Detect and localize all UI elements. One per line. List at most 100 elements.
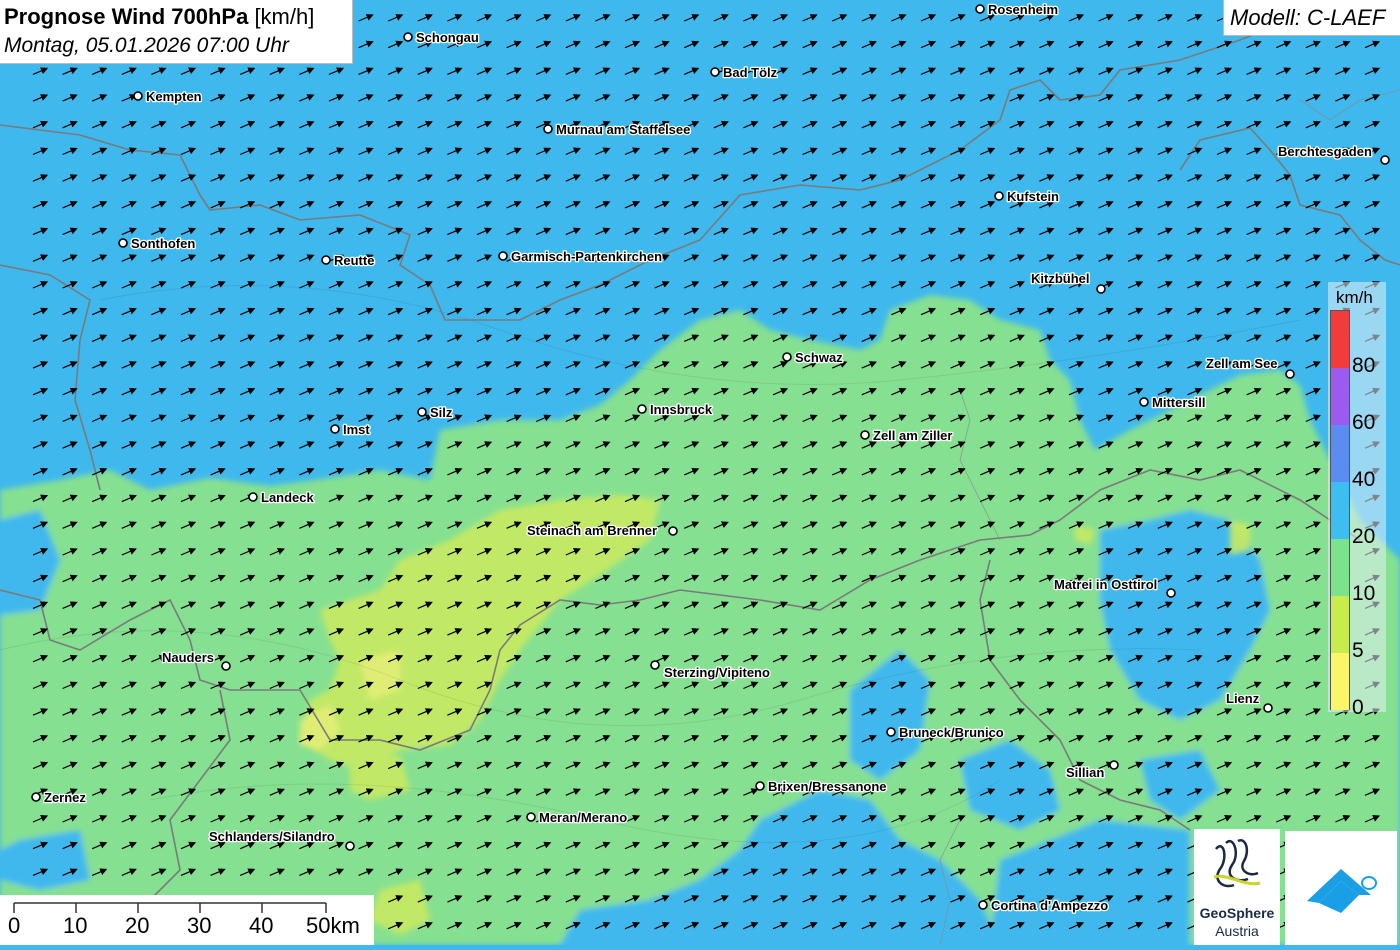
model-label: Modell: C-LAEF (1230, 5, 1386, 30)
city-murnau-am-staffelsee[interactable]: Murnau am Staffelsee (543, 121, 692, 138)
city-garmisch-partenkirchen[interactable]: Garmisch-Partenkirchen (498, 248, 663, 265)
city-dot (248, 492, 258, 502)
model-box: Modell: C-LAEF (1223, 0, 1400, 36)
city-label: Schlanders/Silandro (209, 829, 335, 844)
scale-label-0: 0 (8, 913, 21, 938)
city-label: Bruneck/Brunico (899, 725, 1004, 740)
city-dot (860, 430, 870, 440)
city-dot (543, 124, 553, 134)
city-label: Zell am See (1206, 356, 1278, 371)
city-label: Bad Tölz (723, 65, 778, 80)
city-dot (782, 352, 792, 362)
city-dot (994, 191, 1004, 201)
legend-tick-10: 10 (1352, 582, 1376, 605)
city-dot (668, 526, 678, 536)
city-innsbruck[interactable]: Innsbruck (637, 401, 714, 418)
city-label: Landeck (261, 490, 315, 505)
city-dot (417, 407, 427, 417)
city-label: Mittersill (1152, 395, 1205, 410)
city-dot (1139, 397, 1149, 407)
cloud-arrow-icon (1307, 869, 1377, 913)
city-dot (1109, 760, 1119, 770)
city-label: Kempten (146, 89, 202, 104)
city-dot (710, 67, 720, 77)
city-dot (1096, 284, 1106, 294)
title-unit: [km/h] (254, 4, 315, 29)
legend-tick-60: 60 (1352, 411, 1376, 434)
scale-label-10: 10 (63, 913, 88, 938)
city-label: Brixen/Bressanone (768, 779, 887, 794)
city-rosenheim[interactable]: Rosenheim (975, 1, 1059, 18)
title-main: Prognose Wind 700hPa (4, 4, 249, 29)
city-dot (221, 661, 231, 671)
geosphere-sub: Austria (1215, 923, 1259, 939)
map-title: Prognose Wind 700hPa [km/h] (4, 4, 314, 30)
geosphere-logo[interactable]: GeoSphere Austria (1194, 829, 1280, 945)
city-dot (978, 900, 988, 910)
city-label: Lienz (1226, 691, 1260, 706)
city-label: Zernez (44, 790, 86, 805)
color-legend: km/h 80 60 40 20 10 5 0 (1328, 282, 1386, 719)
city-dot (403, 32, 413, 42)
city-label: Sterzing/Vipiteno (664, 665, 770, 680)
legend-seg-5 (1331, 653, 1349, 710)
city-label: Kufstein (1007, 189, 1059, 204)
legend-unit: km/h (1336, 288, 1373, 307)
scale-label-30: 30 (187, 913, 212, 938)
city-label: Sillian (1066, 765, 1104, 780)
city-label: Kitzbühel (1031, 271, 1090, 286)
city-zell-am-ziller[interactable]: Zell am Ziller (860, 427, 954, 444)
city-dot (133, 91, 143, 101)
forecast-date: Montag, 05.01.2026 07:00 Uhr (4, 34, 289, 57)
city-label: Matrei in Osttirol (1054, 577, 1157, 592)
wind-map: Rosenheim Schongau Bad Tölz Kempten Murnau a… (0, 0, 1400, 945)
city-dot (1380, 155, 1390, 165)
city-label: Garmisch-Partenkirchen (511, 249, 662, 264)
city-label: Murnau am Staffelsee (556, 122, 690, 137)
city-dot (31, 792, 41, 802)
city-bruneck-brunico[interactable]: Bruneck/Brunico (886, 724, 1005, 741)
city-dot (650, 660, 660, 670)
city-label: Sonthofen (131, 236, 195, 251)
city-schongau[interactable]: Schongau (403, 29, 480, 46)
city-label: Imst (343, 422, 370, 437)
city-dot (975, 4, 985, 14)
city-dot (637, 404, 647, 414)
city-dot (1263, 703, 1273, 713)
geosphere-name: GeoSphere (1199, 905, 1275, 921)
weather-app-logo[interactable] (1285, 831, 1397, 945)
legend-tick-80: 80 (1352, 354, 1376, 377)
city-label: Nauders (162, 650, 214, 665)
city-label: Silz (430, 405, 453, 420)
city-dot (1285, 369, 1295, 379)
city-dot (1166, 588, 1176, 598)
scale-label-40: 40 (249, 913, 274, 938)
city-dot (755, 781, 765, 791)
city-steinach-am-brenner[interactable]: Steinach am Brenner (526, 522, 678, 539)
legend-seg-3 (1331, 539, 1349, 596)
city-meran-merano[interactable]: Meran/Merano (526, 809, 628, 826)
city-dot (526, 812, 536, 822)
legend-tick-40: 40 (1352, 468, 1376, 491)
city-label: Innsbruck (650, 402, 713, 417)
city-dot (345, 841, 355, 851)
city-dot (321, 255, 331, 265)
legend-seg-top (1331, 311, 1349, 368)
legend-seg-2 (1331, 482, 1349, 539)
city-label: Schwaz (795, 350, 843, 365)
city-label: Rosenheim (988, 2, 1058, 17)
city-label: Meran/Merano (539, 810, 627, 825)
title-box: Prognose Wind 700hPa [km/h] Montag, 05.0… (0, 0, 353, 64)
city-label: Schongau (416, 30, 479, 45)
legend-color-bar (1330, 310, 1350, 710)
city-label: Steinach am Brenner (527, 523, 657, 538)
city-label: Berchtesgaden (1278, 144, 1372, 159)
city-sonthofen[interactable]: Sonthofen (118, 235, 197, 252)
city-brixen-bressanone[interactable]: Brixen/Bressanone (755, 778, 888, 795)
city-dot (886, 727, 896, 737)
city-label: Zell am Ziller (873, 428, 952, 443)
geosphere-emblem-icon (1213, 839, 1261, 888)
city-label: Reutte (334, 253, 374, 268)
city-cortina-d-ampezzo[interactable]: Cortina d'Ampezzo (978, 897, 1110, 914)
city-dot (498, 251, 508, 261)
